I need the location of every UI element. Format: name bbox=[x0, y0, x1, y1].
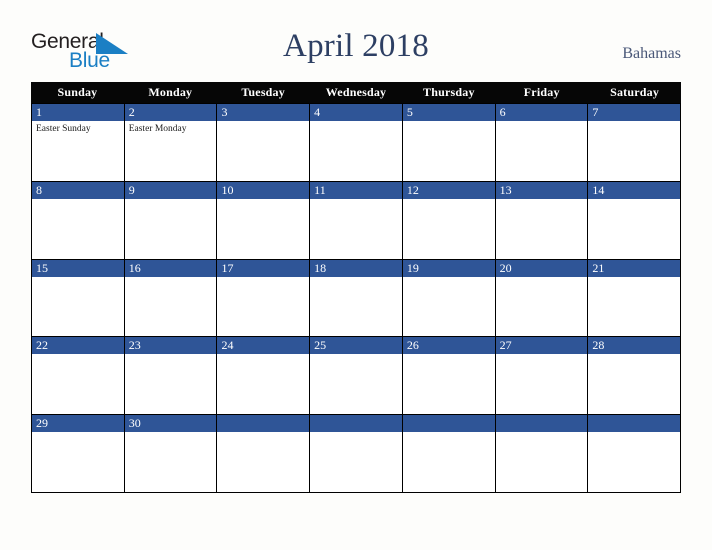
weekday-header-wednesday: Wednesday bbox=[325, 85, 387, 99]
date-number: 21 bbox=[588, 259, 681, 277]
date-number: 6 bbox=[495, 104, 588, 121]
calendar-day-cell[interactable]: 30 bbox=[124, 415, 218, 492]
calendar-day-cell[interactable]: 8 bbox=[31, 181, 125, 259]
calendar-day-cell[interactable] bbox=[217, 415, 311, 492]
date-number: 3 bbox=[217, 104, 310, 121]
weekday-header-monday: Monday bbox=[148, 85, 193, 99]
date-number: 13 bbox=[495, 181, 588, 199]
weekday-header-thursday: Thursday bbox=[423, 85, 475, 99]
weekday-header-tuesday: Tuesday bbox=[241, 85, 285, 99]
holiday-label: Easter Sunday bbox=[36, 124, 91, 134]
date-number: 29 bbox=[32, 415, 124, 433]
weekday-header-saturday: Saturday bbox=[610, 85, 660, 99]
date-number: 11 bbox=[310, 181, 402, 199]
calendar-week-row: 15 16 17 18 19 20 21 bbox=[31, 259, 682, 338]
calendar-day-cell[interactable]: 22 bbox=[31, 337, 125, 415]
date-number: 5 bbox=[402, 104, 495, 121]
calendar-day-cell[interactable]: 18 bbox=[310, 259, 403, 337]
weekday-header-row: Sunday Monday Tuesday Wednesday Thursday… bbox=[31, 82, 681, 103]
date-number: 25 bbox=[310, 337, 402, 355]
date-number: 18 bbox=[310, 259, 402, 277]
calendar-day-cell[interactable]: 9 bbox=[124, 181, 218, 259]
date-number: 20 bbox=[495, 259, 588, 277]
weekday-header-sunday: Sunday bbox=[57, 85, 98, 99]
holiday-list: Easter Monday bbox=[125, 121, 217, 135]
calendar-day-cell[interactable]: 28 bbox=[588, 337, 682, 415]
calendar-day-cell[interactable]: 1 Easter Sunday bbox=[31, 104, 125, 181]
calendar-day-cell[interactable]: 20 bbox=[495, 259, 589, 337]
date-number bbox=[495, 415, 588, 433]
date-number: 26 bbox=[402, 337, 495, 355]
date-number: 4 bbox=[310, 104, 402, 121]
calendar-day-cell[interactable]: 2 Easter Monday bbox=[124, 104, 218, 181]
calendar-week-row: 1 Easter Sunday 2 Easter Monday 3 4 5 6 7 bbox=[31, 103, 682, 182]
calendar-day-cell[interactable] bbox=[402, 415, 496, 492]
calendar-day-cell[interactable]: 3 bbox=[217, 104, 311, 181]
page-title: April 2018 bbox=[283, 28, 429, 64]
calendar-day-cell[interactable]: 17 bbox=[217, 259, 311, 337]
calendar-day-cell[interactable] bbox=[310, 415, 403, 492]
calendar-day-cell[interactable]: 10 bbox=[217, 181, 311, 259]
date-number: 19 bbox=[402, 259, 495, 277]
date-number: 28 bbox=[588, 337, 681, 355]
calendar-day-cell[interactable]: 4 bbox=[310, 104, 403, 181]
date-number: 1 bbox=[32, 104, 124, 121]
date-number: 23 bbox=[124, 337, 217, 355]
date-number: 10 bbox=[217, 181, 310, 199]
calendar-day-cell[interactable]: 15 bbox=[31, 259, 125, 337]
date-number: 7 bbox=[588, 104, 681, 121]
calendar-day-cell[interactable]: 6 bbox=[495, 104, 589, 181]
calendar-day-cell[interactable]: 13 bbox=[495, 181, 589, 259]
country-label: Bahamas bbox=[622, 45, 681, 62]
calendar-day-cell[interactable]: 26 bbox=[402, 337, 496, 415]
date-number: 22 bbox=[32, 337, 124, 355]
date-number: 15 bbox=[32, 259, 124, 277]
date-number: 17 bbox=[217, 259, 310, 277]
date-number: 24 bbox=[217, 337, 310, 355]
calendar-day-cell[interactable]: 21 bbox=[588, 259, 682, 337]
page-header: General Blue April 2018 Bahamas bbox=[0, 0, 712, 82]
date-number bbox=[588, 415, 681, 433]
calendar-week-row: 22 23 24 25 26 27 28 bbox=[31, 337, 682, 416]
calendar-day-cell[interactable]: 29 bbox=[31, 415, 125, 492]
calendar-day-cell[interactable]: 19 bbox=[402, 259, 496, 337]
weekday-header-friday: Friday bbox=[523, 85, 560, 99]
calendar-day-cell[interactable]: 14 bbox=[588, 181, 682, 259]
calendar-day-cell[interactable]: 24 bbox=[217, 337, 311, 415]
calendar-day-cell[interactable]: 12 bbox=[402, 181, 496, 259]
calendar-day-cell[interactable]: 5 bbox=[402, 104, 496, 181]
date-number: 12 bbox=[402, 181, 495, 199]
calendar-day-cell[interactable]: 27 bbox=[495, 337, 589, 415]
calendar-day-cell[interactable] bbox=[495, 415, 589, 492]
date-number: 14 bbox=[588, 181, 681, 199]
date-number: 9 bbox=[124, 181, 217, 199]
calendar-weeks: 1 Easter Sunday 2 Easter Monday 3 4 5 6 7 8 9 10 11 1… bbox=[31, 103, 682, 493]
date-number: 8 bbox=[32, 181, 124, 199]
holiday-label: Easter Monday bbox=[128, 124, 187, 134]
date-number bbox=[310, 415, 402, 433]
holiday-list: Easter Sunday bbox=[32, 121, 124, 135]
calendar-day-cell[interactable]: 7 bbox=[588, 104, 682, 181]
calendar-day-cell[interactable]: 23 bbox=[124, 337, 218, 415]
date-number: 2 bbox=[124, 104, 217, 121]
calendar-day-cell[interactable]: 25 bbox=[310, 337, 403, 415]
date-number bbox=[217, 415, 310, 433]
calendar-day-cell[interactable]: 11 bbox=[310, 181, 403, 259]
calendar-week-row: 29 30 bbox=[31, 415, 682, 493]
date-number: 30 bbox=[124, 415, 217, 433]
date-number bbox=[402, 415, 495, 433]
date-number: 27 bbox=[495, 337, 588, 355]
date-number: 16 bbox=[124, 259, 217, 277]
calendar-week-row: 8 9 10 11 12 13 14 bbox=[31, 181, 682, 260]
calendar-grid: Sunday Monday Tuesday Wednesday Thursday… bbox=[31, 82, 682, 493]
calendar-day-cell[interactable] bbox=[588, 415, 682, 492]
calendar-day-cell[interactable]: 16 bbox=[124, 259, 218, 337]
